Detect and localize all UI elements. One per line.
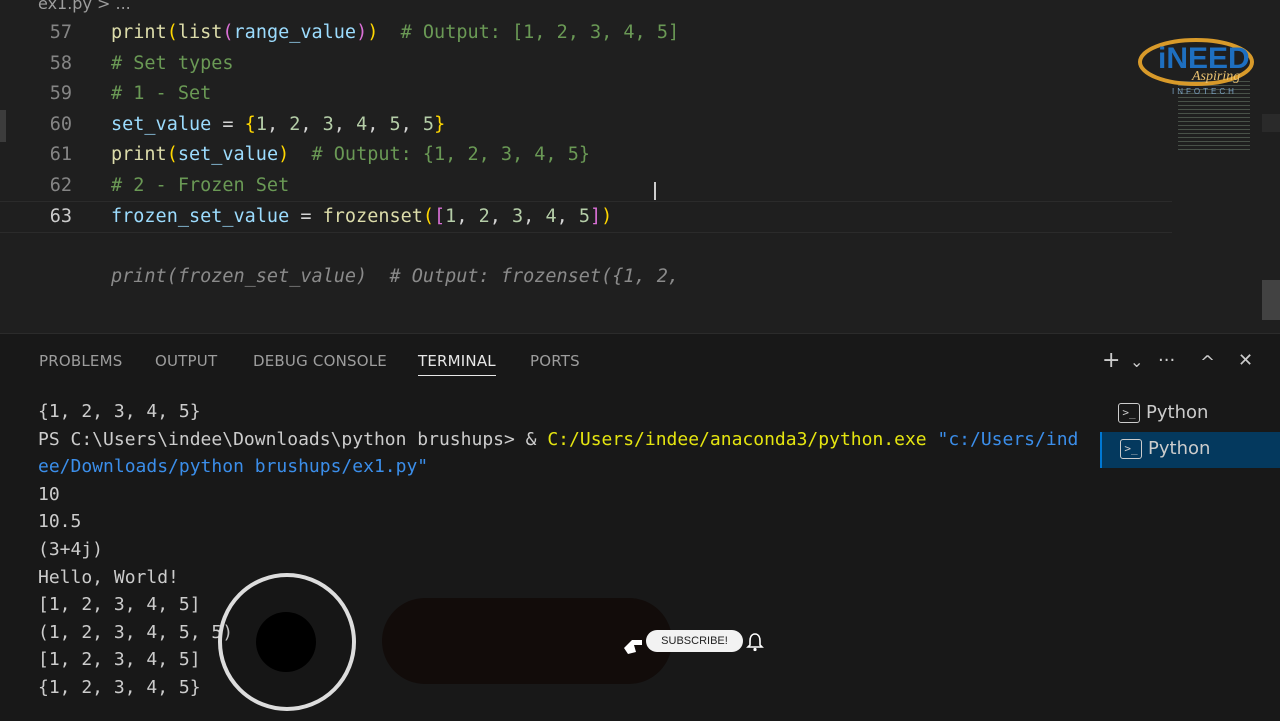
terminal-line: {1, 2, 3, 4, 5} bbox=[38, 401, 201, 422]
logo-tagline: Aspiring bbox=[1191, 69, 1240, 84]
terminal-session-name: Python bbox=[1146, 402, 1209, 423]
code-line[interactable]: 57 print(list(range_value)) # Output: [1,… bbox=[0, 18, 1172, 48]
terminal-line: ee/Downloads/python brushups/ex1.py" bbox=[38, 456, 429, 478]
tab-ports[interactable]: PORTS bbox=[530, 352, 580, 370]
terminal-line: (3+4j) bbox=[38, 539, 104, 560]
line-number: 62 bbox=[49, 174, 72, 196]
bell-icon[interactable] bbox=[746, 632, 764, 652]
terminal-icon: >_ bbox=[1120, 439, 1142, 459]
mouse-ibeam-cursor bbox=[654, 182, 656, 200]
terminal-session-item[interactable]: >_ Python bbox=[1100, 396, 1280, 432]
more-actions-icon[interactable]: ··· bbox=[1158, 350, 1175, 371]
editor-scrollbar-thumb[interactable] bbox=[1262, 280, 1280, 320]
tab-terminal[interactable]: TERMINAL bbox=[418, 352, 496, 376]
terminal-line: [1, 2, 3, 4, 5] bbox=[38, 594, 201, 616]
subscribe-button[interactable]: SUBSCRIBE! bbox=[646, 630, 743, 652]
code-line[interactable]: 60 set_value = {1, 2, 3, 4, 5, 5} bbox=[0, 110, 1172, 140]
terminal-session-item-active[interactable]: >_ Python bbox=[1100, 432, 1280, 468]
code-editor[interactable]: 57 print(list(range_value)) # Output: [1,… bbox=[0, 18, 1280, 333]
inline-suggestion-line: print(frozen_set_value) # Output: frozen… bbox=[0, 232, 1172, 287]
terminal-line: PS C:\Users\indee\Downloads\python brush… bbox=[38, 428, 1079, 450]
code-line[interactable]: 58 # Set types bbox=[0, 49, 1172, 79]
terminal-line: 10 bbox=[38, 483, 60, 505]
tab-problems[interactable]: PROBLEMS bbox=[39, 352, 122, 370]
breadcrumb[interactable]: ex1.py > ... bbox=[38, 0, 131, 13]
line-number: 60 bbox=[49, 113, 72, 135]
code-text: set_value = {1, 2, 3, 4, 5, 5} bbox=[111, 113, 446, 135]
code-line[interactable]: 62 # 2 - Frozen Set bbox=[0, 171, 1172, 201]
code-text: print(set_value) # Output: {1, 2, 3, 4, … bbox=[111, 144, 590, 165]
click-indicator-dot bbox=[256, 612, 316, 672]
code-line[interactable]: 63 frozen_set_value = frozenset([1, 2, 3,… bbox=[0, 201, 1172, 233]
code-text: # Set types bbox=[111, 52, 234, 74]
terminal-line: {1, 2, 3, 4, 5} bbox=[38, 677, 201, 698]
new-terminal-icon[interactable]: + bbox=[1102, 348, 1120, 373]
terminal-session-name: Python bbox=[1148, 438, 1211, 459]
channel-logo: iNEED Aspiring INFOTECH bbox=[1138, 38, 1254, 96]
code-text: # 1 - Set bbox=[111, 83, 212, 104]
line-number: 57 bbox=[49, 22, 72, 43]
editor-tab-bar: ex1.py > ... bbox=[0, 0, 1280, 18]
minimap-slider[interactable] bbox=[1262, 114, 1280, 132]
close-panel-icon[interactable]: ✕ bbox=[1238, 350, 1253, 371]
maximize-panel-icon[interactable]: ^ bbox=[1200, 352, 1215, 373]
terminal-line: [1, 2, 3, 4, 5] bbox=[38, 649, 201, 671]
panel-tabs: PROBLEMS OUTPUT DEBUG CONSOLE TERMINAL P… bbox=[0, 334, 1100, 392]
line-number: 61 bbox=[49, 144, 72, 165]
line-number: 58 bbox=[49, 52, 72, 74]
terminal-line: Hello, World! bbox=[38, 566, 179, 588]
pointing-hand-icon bbox=[624, 640, 642, 654]
terminal-line: 10.5 bbox=[38, 511, 82, 533]
logo-sub: INFOTECH bbox=[1172, 87, 1237, 96]
code-line[interactable]: 61 print(set_value) # Output: {1, 2, 3, 4… bbox=[0, 140, 1172, 170]
tab-output[interactable]: OUTPUT bbox=[155, 352, 217, 370]
terminal-icon: >_ bbox=[1118, 403, 1140, 423]
code-text: frozen_set_value = frozenset([1, 2, 3, 4… bbox=[111, 206, 613, 227]
terminal-line: (1, 2, 3, 4, 5, 5) bbox=[38, 621, 234, 643]
code-text: print(list(range_value)) # Output: [1, 2… bbox=[111, 22, 680, 43]
chevron-down-icon[interactable]: ⌄ bbox=[1130, 352, 1143, 371]
line-number: 59 bbox=[49, 83, 72, 104]
code-text: # 2 - Frozen Set bbox=[111, 174, 290, 196]
inline-suggestion: print(frozen_set_value) # Output: frozen… bbox=[111, 266, 680, 287]
tab-debug-console[interactable]: DEBUG CONSOLE bbox=[253, 352, 387, 370]
code-line[interactable]: 59 # 1 - Set bbox=[0, 79, 1172, 109]
line-number: 63 bbox=[49, 206, 72, 227]
terminal-session-list: >_ Python >_ Python bbox=[1100, 392, 1280, 721]
